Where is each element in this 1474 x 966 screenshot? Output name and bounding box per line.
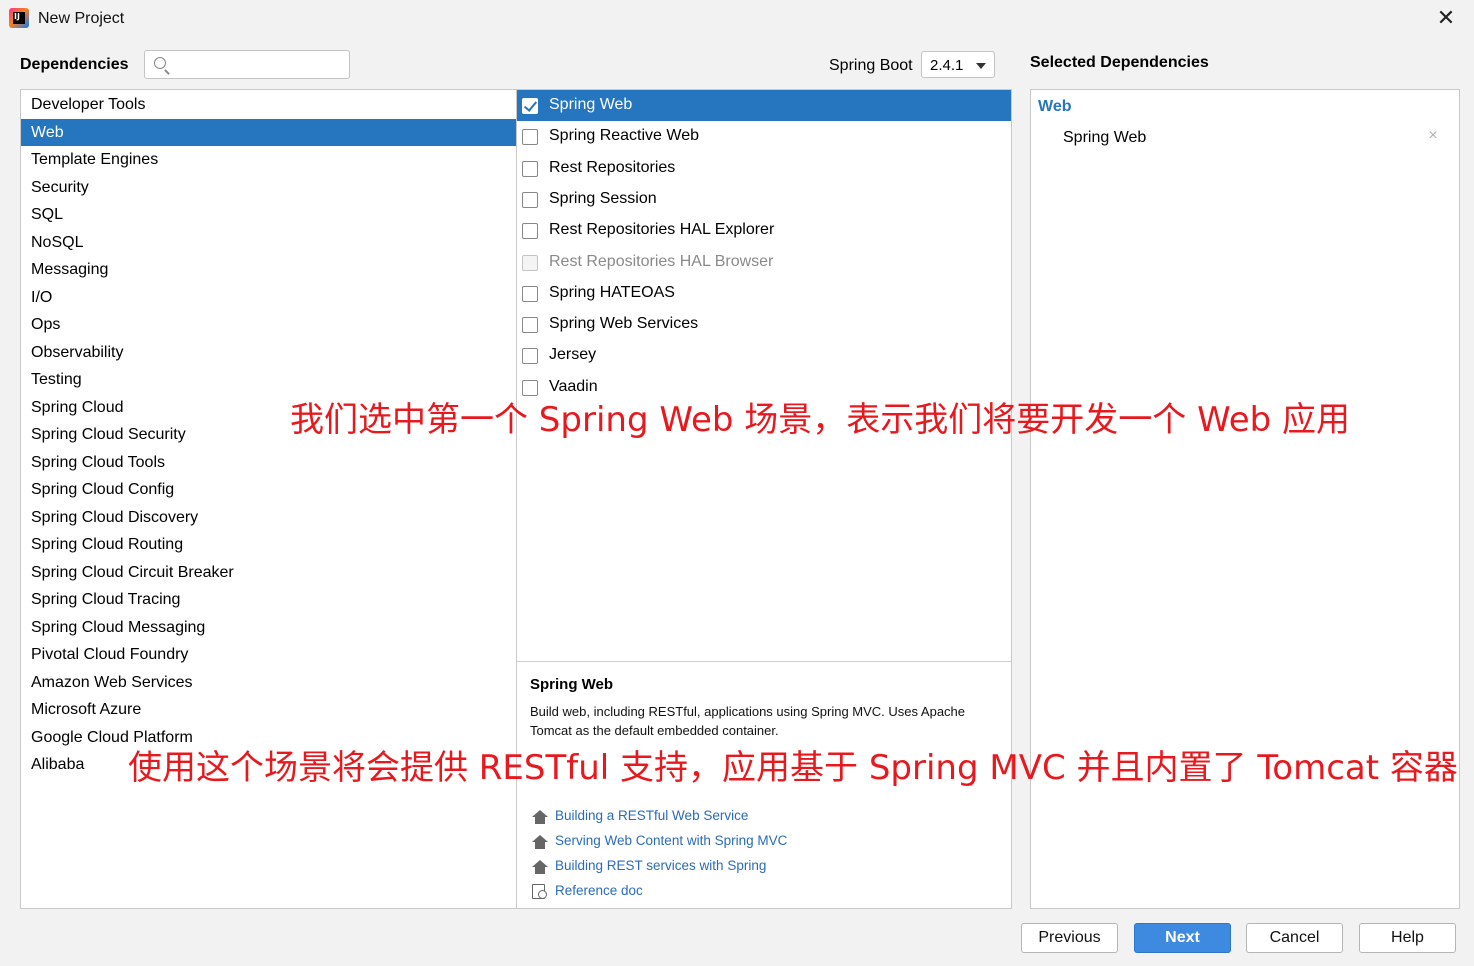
guide-link-label[interactable]: Building REST services with Spring <box>555 858 766 873</box>
spring-boot-label: Spring Boot <box>829 57 913 74</box>
category-item[interactable]: Observability <box>21 339 516 366</box>
reference-doc-icon <box>532 884 547 899</box>
dependency-label: Rest Repositories HAL Explorer <box>549 221 775 239</box>
category-item[interactable]: Amazon Web Services <box>21 669 516 696</box>
category-item[interactable]: I/O <box>21 284 516 311</box>
intellij-icon: IJ <box>9 8 29 28</box>
category-item[interactable]: SQL <box>21 201 516 228</box>
home-icon <box>532 860 548 874</box>
category-item[interactable]: Pivotal Cloud Foundry <box>21 641 516 668</box>
dependency-item[interactable]: Jersey <box>517 340 1011 371</box>
dependency-checkbox[interactable] <box>522 129 538 146</box>
search-icon <box>154 57 166 69</box>
dependency-checkbox[interactable] <box>522 98 538 114</box>
selected-dependency: Spring Web <box>1063 129 1147 146</box>
home-icon <box>532 810 548 824</box>
dependency-checkbox[interactable] <box>522 223 538 240</box>
dependency-checkbox[interactable] <box>522 285 538 302</box>
dependency-checkbox[interactable] <box>522 191 538 208</box>
spring-boot-version-value: 2.4.1 <box>930 57 964 74</box>
annotation-overlay-1: 我们选中第一个 Spring Web 场景，表示我们将要开发一个 Web 应用 <box>290 400 1351 440</box>
category-item[interactable]: Web <box>21 118 516 146</box>
category-item[interactable]: Google Cloud Platform <box>21 724 516 751</box>
selected-group-title: Web <box>1038 98 1072 115</box>
help-button[interactable]: Help <box>1359 923 1456 953</box>
category-item[interactable]: NoSQL <box>21 229 516 256</box>
dependency-label: Vaadin <box>549 377 598 395</box>
chevron-down-icon <box>976 63 986 69</box>
guide-link-label[interactable]: Reference doc <box>555 883 643 898</box>
category-item[interactable]: Microsoft Azure <box>21 696 516 723</box>
dependency-label: Spring Session <box>549 189 657 207</box>
window-title: New Project <box>38 10 125 27</box>
dependency-item[interactable]: Spring HATEOAS <box>517 278 1011 309</box>
title-bar: IJ New Project ✕ <box>0 0 1474 38</box>
dependency-item[interactable]: Spring Web Services <box>517 309 1011 340</box>
category-item[interactable]: Messaging <box>21 256 516 283</box>
next-button[interactable]: Next <box>1134 923 1231 953</box>
previous-button[interactable]: Previous <box>1021 923 1118 953</box>
category-item[interactable]: Security <box>21 174 516 201</box>
search-field[interactable] <box>144 50 350 79</box>
dependency-checkbox <box>522 254 538 271</box>
dependency-item[interactable]: Rest Repositories <box>517 153 1011 184</box>
category-item[interactable]: Spring Cloud Messaging <box>21 614 516 641</box>
dependency-item[interactable]: Spring Session <box>517 184 1011 215</box>
description-title: Spring Web <box>530 676 614 693</box>
category-item[interactable]: Template Engines <box>21 146 516 173</box>
home-icon <box>532 835 548 849</box>
dependency-label: Spring Web <box>549 96 633 113</box>
category-item[interactable]: Spring Cloud Tracing <box>21 586 516 613</box>
dependency-item[interactable]: Spring Reactive Web <box>517 121 1011 152</box>
search-input[interactable] <box>175 54 345 75</box>
dependency-checkbox[interactable] <box>522 379 538 396</box>
selected-dependencies-label: Selected Dependencies <box>1030 54 1209 71</box>
category-item[interactable]: Spring Cloud Config <box>21 476 516 503</box>
dependency-item: Rest Repositories HAL Browser <box>517 247 1011 278</box>
remove-icon[interactable]: × <box>1425 128 1441 144</box>
dependency-label: Rest Repositories <box>549 158 676 176</box>
guide-link-label[interactable]: Serving Web Content with Spring MVC <box>555 833 787 848</box>
dependency-item[interactable]: Vaadin <box>517 372 1011 403</box>
annotation-overlay-2: 使用这个场景将会提供 RESTful 支持，应用基于 Spring MVC 并且… <box>128 748 1458 788</box>
category-item[interactable]: Ops <box>21 311 516 338</box>
dependencies-label: Dependencies <box>20 56 129 73</box>
cancel-button[interactable]: Cancel <box>1246 923 1343 953</box>
category-item[interactable]: Developer Tools <box>21 91 516 118</box>
category-item[interactable]: Spring Cloud Routing <box>21 531 516 558</box>
dependency-label: Spring Reactive Web <box>549 127 699 145</box>
description-text: Build web, including RESTful, applicatio… <box>530 704 966 738</box>
category-item[interactable]: Spring Cloud Tools <box>21 449 516 476</box>
dependency-label: Jersey <box>549 346 597 364</box>
dependency-checkbox[interactable] <box>522 317 538 334</box>
category-item[interactable]: Testing <box>21 366 516 393</box>
dependency-label: Rest Repositories HAL Browser <box>549 252 774 270</box>
dependency-item[interactable]: Rest Repositories HAL Explorer <box>517 215 1011 246</box>
category-item[interactable]: Spring Cloud Discovery <box>21 504 516 531</box>
spring-boot-version-select[interactable]: 2.4.1 <box>921 51 995 78</box>
dependency-item[interactable]: Spring Web <box>517 90 1011 121</box>
dependency-checkbox[interactable] <box>522 348 538 365</box>
dependency-label: Spring Web Services <box>549 315 699 333</box>
guide-link-label[interactable]: Building a RESTful Web Service <box>555 808 748 823</box>
dependency-checkbox[interactable] <box>522 160 538 177</box>
close-icon[interactable]: ✕ <box>1434 6 1458 30</box>
category-item[interactable]: Spring Cloud Circuit Breaker <box>21 559 516 586</box>
dependency-label: Spring HATEOAS <box>549 283 675 301</box>
